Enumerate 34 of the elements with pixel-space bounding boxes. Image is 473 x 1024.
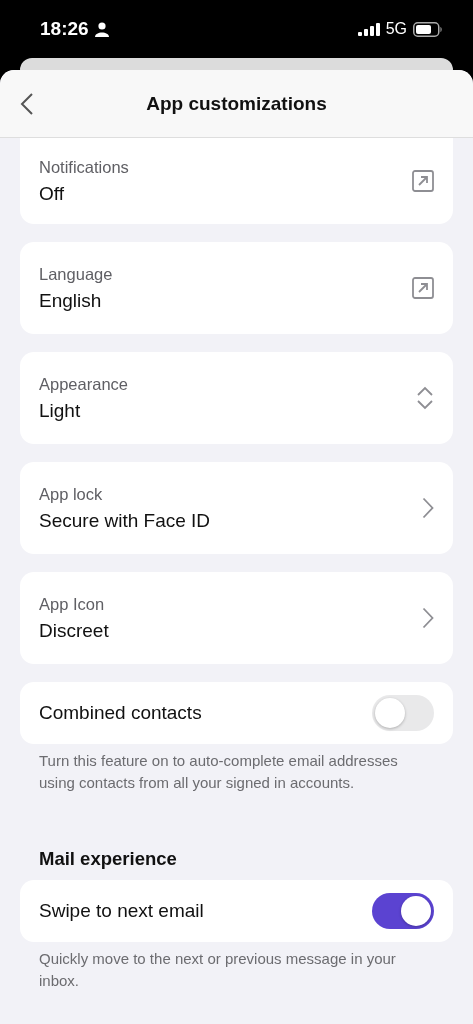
signal-icon — [357, 22, 380, 36]
status-time: 18:26 — [40, 18, 89, 40]
setting-value: Off — [39, 182, 65, 205]
battery-icon — [413, 21, 443, 37]
toggle-switch[interactable] — [372, 893, 434, 929]
toggle-switch[interactable] — [372, 695, 434, 731]
setting-value: Secure with Face ID — [39, 509, 212, 532]
up-down-chevron-icon — [416, 386, 434, 410]
external-link-icon — [412, 170, 434, 192]
setting-card[interactable]: App lock Secure with Face ID — [20, 462, 453, 554]
chevron-right-icon — [422, 607, 434, 629]
setting-card[interactable]: Language English — [20, 242, 453, 334]
setting-value: Light — [39, 399, 82, 422]
network-label: 5G — [385, 20, 407, 38]
person-icon — [94, 21, 109, 37]
setting-label: Appearance — [39, 374, 129, 394]
setting-label: App lock — [39, 484, 104, 504]
setting-card[interactable]: Appearance Light — [20, 352, 453, 444]
setting-value: Discreet — [39, 619, 110, 642]
back-icon[interactable] — [20, 92, 34, 116]
external-link-icon — [412, 277, 434, 299]
setting-description: Turn this feature on to auto-complete email addresses using contacts from all your signed in accounts. — [38, 751, 399, 793]
setting-description: Quickly move to the next or previous message in your inbox. — [38, 949, 397, 991]
setting-card[interactable]: App Icon Discreet — [20, 572, 453, 664]
section-heading: Mail experience — [38, 847, 178, 871]
setting-card[interactable]: Notifications Off — [20, 138, 453, 224]
setting-value: English — [39, 289, 103, 312]
setting-label: Language — [39, 264, 114, 284]
chevron-right-icon — [422, 497, 434, 519]
setting-label: App Icon — [39, 594, 106, 614]
toggle-label: Swipe to next email — [39, 900, 205, 922]
page-title: App customizations — [146, 92, 327, 115]
setting-label: Notifications — [39, 157, 130, 177]
toggle-label: Combined contacts — [39, 702, 203, 724]
